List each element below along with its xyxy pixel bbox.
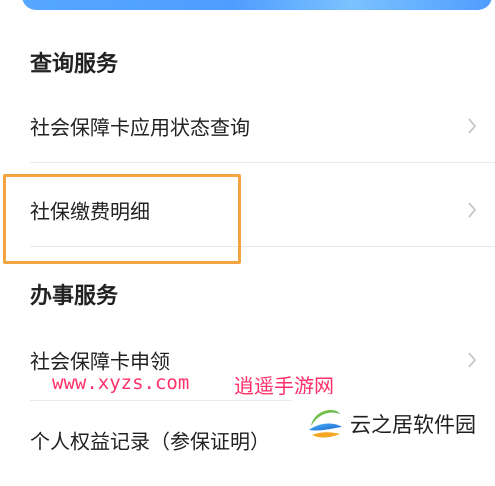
list-item-label: 社会保障卡申领 <box>30 349 170 374</box>
watermark-url: www.xyzs.com <box>52 372 190 394</box>
chevron-right-icon <box>468 352 477 368</box>
divider <box>30 162 495 163</box>
top-banner <box>22 0 492 10</box>
chevron-right-icon <box>468 118 477 134</box>
logo-swoosh-icon <box>309 410 342 438</box>
highlight-box <box>3 174 241 264</box>
list-item-label: 社会保障卡应用状态查询 <box>30 115 250 140</box>
list-item-card-status-query[interactable]: 社会保障卡应用状态查询 <box>0 84 495 168</box>
section-title-service: 办事服务 <box>30 284 119 309</box>
chevron-right-icon <box>468 202 477 218</box>
logo-badge: 云之居软件园 <box>292 394 495 449</box>
section-title-query: 查询服务 <box>30 52 119 77</box>
list-item-label: 个人权益记录（参保证明） <box>30 429 270 454</box>
logo-text: 云之居软件园 <box>350 413 476 437</box>
